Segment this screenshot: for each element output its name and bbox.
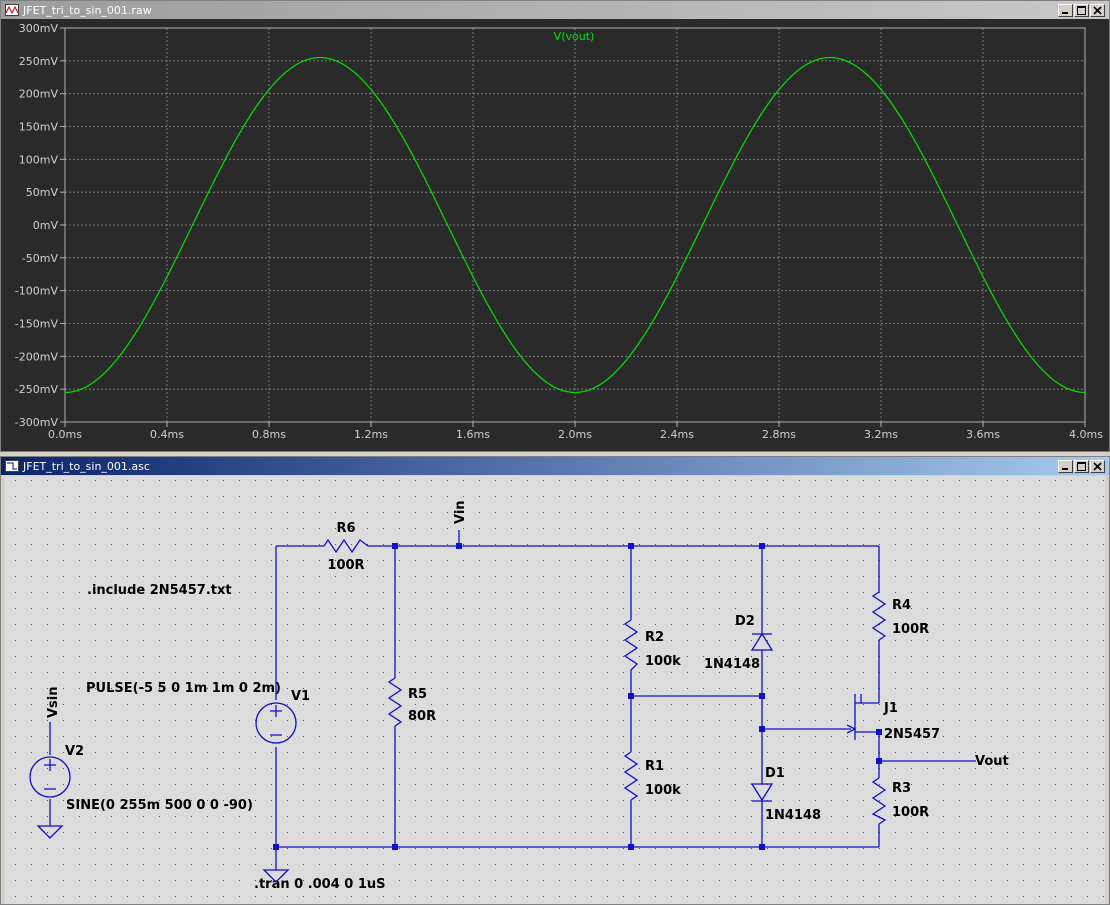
y-tick-label: -50mV	[22, 252, 59, 265]
y-tick-label: 300mV	[19, 22, 59, 35]
close-icon	[1093, 5, 1102, 15]
waveform-window-icon	[5, 4, 19, 16]
x-tick-label: 2.0ms	[558, 428, 592, 441]
vin-net-label[interactable]: Vin	[453, 500, 468, 524]
maximize-button[interactable]	[1074, 459, 1089, 473]
y-tick-label: 0mV	[33, 219, 59, 232]
vsin-net-label[interactable]: Vsin	[46, 686, 61, 718]
r1-name-label[interactable]: R1	[645, 759, 664, 774]
r1-value-label[interactable]: 100k	[645, 783, 681, 798]
v2-name-label[interactable]: V2	[65, 744, 84, 759]
v1-pulse-value[interactable]: PULSE(-5 5 0 1m 1m 0 2m)	[86, 681, 281, 696]
j1-name-label[interactable]: J1	[883, 701, 898, 716]
r3-value-label[interactable]: 100R	[892, 805, 929, 820]
plot-background	[1, 19, 1109, 451]
y-tick-label: -100mV	[15, 285, 59, 298]
trace-label[interactable]: V(vout)	[554, 30, 595, 43]
r2-value-label[interactable]: 100k	[645, 654, 681, 669]
schematic-titlebar[interactable]: JFET_tri_to_sin_001.asc	[1, 457, 1109, 475]
vout-net-label[interactable]: Vout	[975, 754, 1009, 769]
minimize-button[interactable]	[1058, 3, 1073, 17]
minimize-icon	[1062, 11, 1068, 14]
x-tick-label: 1.2ms	[354, 428, 388, 441]
x-tick-label: 2.8ms	[762, 428, 796, 441]
schematic-window-title: JFET_tri_to_sin_001.asc	[23, 459, 150, 473]
close-icon	[1093, 461, 1102, 471]
y-tick-label: -250mV	[15, 383, 59, 396]
tran-directive[interactable]: .tran 0 .004 0 1uS	[254, 877, 386, 892]
r6-value-label[interactable]: 100R	[327, 558, 364, 573]
v2-sine-value[interactable]: SINE(0 255m 500 0 0 -90)	[66, 798, 253, 813]
d2-name-label[interactable]: D2	[735, 614, 755, 629]
y-tick-label: 150mV	[19, 121, 59, 134]
maximize-button[interactable]	[1074, 3, 1089, 17]
minimize-button[interactable]	[1058, 459, 1073, 473]
r2-name-label[interactable]: R2	[645, 630, 664, 645]
y-tick-label: 250mV	[19, 55, 59, 68]
y-tick-label: -150mV	[15, 318, 59, 331]
x-tick-label: 0.4ms	[150, 428, 184, 441]
x-tick-label: 4.0ms	[1069, 428, 1103, 441]
schematic-canvas[interactable]: R6 100R Vin .include 2N5457.txt PULSE(-5…	[5, 476, 1105, 904]
d1-name-label[interactable]: D1	[765, 766, 785, 781]
v1-name-label[interactable]: V1	[291, 689, 310, 704]
j1-value-label[interactable]: 2N5457	[884, 727, 940, 742]
r5-name-label[interactable]: R5	[408, 687, 427, 702]
x-tick-label: 0.8ms	[252, 428, 286, 441]
y-tick-label: 100mV	[19, 153, 59, 166]
r4-name-label[interactable]: R4	[892, 598, 911, 613]
x-tick-label: 1.6ms	[456, 428, 490, 441]
minimize-icon	[1062, 467, 1068, 470]
x-tick-label: 3.6ms	[966, 428, 1000, 441]
r4-value-label[interactable]: 100R	[892, 622, 929, 637]
close-button[interactable]	[1090, 3, 1105, 17]
include-directive[interactable]: .include 2N5457.txt	[87, 583, 232, 598]
schematic-window: JFET_tri_to_sin_001.asc R6 100R Vin .inc…	[0, 456, 1110, 905]
y-tick-label: 200mV	[19, 88, 59, 101]
x-tick-label: 0.0ms	[48, 428, 82, 441]
maximize-icon	[1077, 461, 1086, 471]
y-tick-label: 50mV	[26, 186, 59, 199]
waveform-plot[interactable]: 300mV 250mV 200mV 150mV 100mV 50mV 0mV -50mV -10…	[1, 19, 1109, 451]
r5-value-label[interactable]: 80R	[408, 709, 436, 724]
maximize-icon	[1077, 5, 1086, 15]
waveform-window-title: JFET_tri_to_sin_001.raw	[23, 3, 152, 17]
schematic-window-icon	[5, 460, 19, 472]
d1-value-label[interactable]: 1N4148	[765, 808, 821, 823]
waveform-titlebar[interactable]: JFET_tri_to_sin_001.raw	[1, 1, 1109, 19]
d2-value-label[interactable]: 1N4148	[704, 657, 760, 672]
x-tick-label: 2.4ms	[660, 428, 694, 441]
y-tick-label: -200mV	[15, 350, 59, 363]
waveform-window: JFET_tri_to_sin_001.raw 300mV 250mV 200mV 1…	[0, 0, 1110, 452]
close-button[interactable]	[1090, 459, 1105, 473]
r3-name-label[interactable]: R3	[892, 781, 911, 796]
r6-name-label[interactable]: R6	[336, 521, 355, 536]
x-tick-label: 3.2ms	[864, 428, 898, 441]
